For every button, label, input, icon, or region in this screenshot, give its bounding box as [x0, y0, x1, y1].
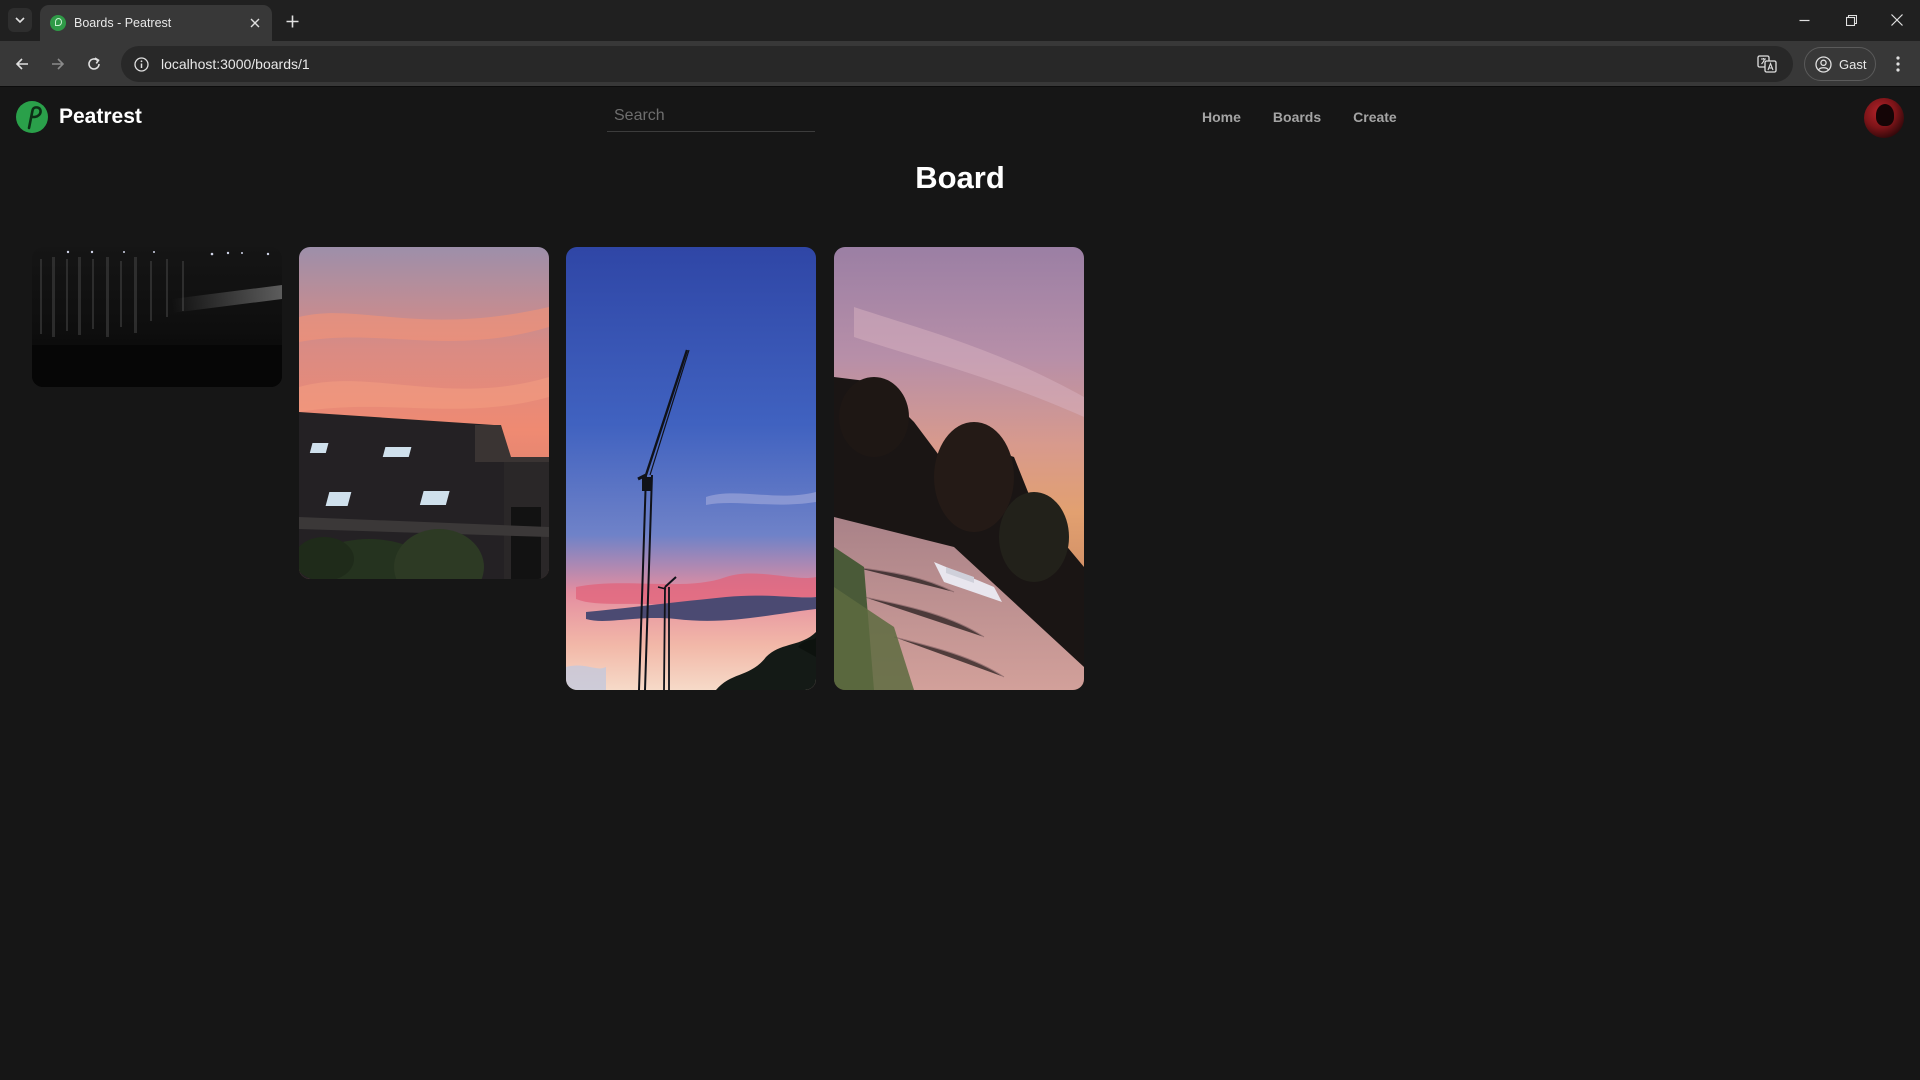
address-bar[interactable]: localhost:3000/boards/1	[121, 46, 1793, 82]
brand-name: Peatrest	[59, 105, 142, 128]
pin-image	[32, 247, 282, 387]
pin-crane-sky[interactable]	[566, 247, 816, 690]
chevron-down-icon	[15, 17, 25, 24]
browser-toolbar: localhost:3000/boards/1 Gast	[0, 41, 1920, 87]
pin-canal-boat[interactable]	[834, 247, 1084, 690]
browser-tab-active[interactable]: Boards - Peatrest	[40, 5, 272, 41]
new-tab-button[interactable]	[280, 9, 304, 33]
tab-title: Boards - Peatrest	[74, 16, 172, 30]
address-url: localhost:3000/boards/1	[161, 56, 310, 72]
brand-home-link[interactable]: Peatrest	[16, 101, 142, 133]
pin-image	[299, 247, 549, 579]
reload-icon	[88, 57, 100, 70]
site-info-icon[interactable]	[133, 56, 149, 72]
reload-button[interactable]	[79, 49, 109, 79]
pin-sunset-rooftop[interactable]	[299, 247, 549, 579]
board-title: Board	[915, 160, 1005, 195]
account-circle-icon	[1815, 55, 1832, 73]
forward-button[interactable]	[43, 49, 73, 79]
profile-button[interactable]: Gast	[1804, 47, 1876, 81]
peatrest-logo-icon	[16, 101, 48, 133]
nav-boards-link[interactable]: Boards	[1273, 109, 1321, 125]
arrow-right-icon	[52, 58, 65, 70]
nav-home-link[interactable]: Home	[1202, 109, 1241, 125]
more-vertical-icon	[1896, 56, 1900, 72]
pin-dark-curtain[interactable]	[32, 247, 282, 387]
minimize-icon	[1799, 19, 1809, 21]
browser-tabstrip: Boards - Peatrest	[0, 0, 1920, 41]
minimize-button[interactable]	[1789, 6, 1819, 34]
search-input[interactable]	[607, 100, 815, 132]
close-icon	[1891, 14, 1903, 26]
main-nav: Home Boards Create	[1202, 109, 1397, 125]
browser-menu-button[interactable]	[1884, 50, 1912, 78]
tab-list-button[interactable]	[8, 8, 32, 32]
arrow-left-icon	[15, 58, 28, 70]
tab-close-button[interactable]	[246, 14, 264, 32]
restore-button[interactable]	[1836, 6, 1866, 34]
page-content: Peatrest Home Boards Create Board	[0, 88, 1920, 1080]
pin-image	[566, 247, 816, 690]
plus-icon	[286, 15, 298, 27]
close-window-button[interactable]	[1882, 6, 1912, 34]
user-avatar[interactable]	[1864, 98, 1904, 138]
translate-button[interactable]	[1755, 53, 1779, 75]
peatrest-favicon-icon	[50, 15, 66, 31]
nav-create-link[interactable]: Create	[1353, 109, 1397, 125]
close-icon	[250, 18, 260, 28]
pin-image	[834, 247, 1084, 690]
profile-label: Gast	[1839, 56, 1867, 72]
restore-icon	[1845, 14, 1857, 26]
translate-icon	[1757, 55, 1777, 73]
back-button[interactable]	[7, 49, 37, 79]
